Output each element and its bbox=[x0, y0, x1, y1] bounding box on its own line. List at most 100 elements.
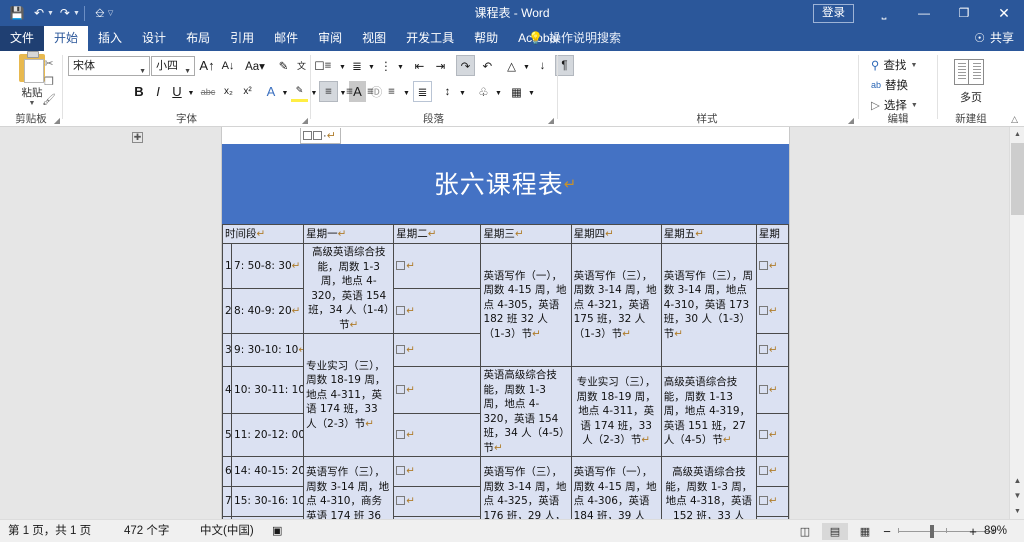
borders-icon[interactable]: ▦ bbox=[507, 81, 526, 102]
tab-home[interactable]: 开始 bbox=[44, 26, 89, 51]
multilevel-dropdown-icon[interactable]: ▼ bbox=[396, 57, 405, 78]
restore-button[interactable]: ❐ bbox=[944, 0, 984, 26]
sort-asian-dropdown-icon[interactable]: ▼ bbox=[522, 57, 531, 78]
scroll-up-icon[interactable]: ▲ bbox=[1010, 127, 1024, 142]
scrollbar-thumb[interactable] bbox=[1011, 143, 1024, 215]
distributed-align-icon[interactable]: ≣ bbox=[413, 81, 432, 102]
scroll-page-up-icon[interactable]: ▲ bbox=[1010, 473, 1024, 488]
line-spacing-icon[interactable]: ↕ bbox=[438, 81, 457, 102]
tab-developer[interactable]: 开发工具 bbox=[396, 26, 464, 51]
text-effects-icon[interactable]: A bbox=[263, 81, 279, 102]
read-mode-button[interactable]: ◫ bbox=[792, 523, 818, 540]
sign-in-button[interactable]: 登录 bbox=[813, 3, 854, 23]
styles-dialog-launcher[interactable]: ◢ bbox=[848, 116, 854, 125]
font-size-combo[interactable]: 小四 ▼ bbox=[151, 56, 195, 76]
superscript-button[interactable]: x² bbox=[239, 81, 256, 102]
cell-sat-7[interactable]: ↵ bbox=[755, 486, 790, 517]
phonetic-guide-icon[interactable]: 文 bbox=[293, 55, 310, 76]
word-count[interactable]: 472 个字 bbox=[124, 520, 169, 542]
chevron-down-icon[interactable]: ▼ bbox=[184, 62, 191, 75]
cell-mon-1[interactable]: 高级英语综合技能，周数 1-3 周，地点 4-320，英语 154 班，34 人… bbox=[303, 243, 395, 334]
cell-tue-5[interactable]: ↵ bbox=[393, 413, 482, 457]
close-button[interactable]: ✕ bbox=[984, 0, 1024, 26]
align-left-icon[interactable]: ≡ bbox=[319, 81, 338, 102]
bullets-dropdown-icon[interactable]: ▼ bbox=[338, 57, 347, 78]
cell-tue-7[interactable]: ↵ bbox=[393, 486, 482, 517]
vertical-scrollbar[interactable]: ▲ ▲ ▼ ▼ bbox=[1009, 127, 1024, 519]
clear-formatting-icon[interactable]: ✎ bbox=[275, 55, 292, 76]
cell-sat-1[interactable]: ↵ bbox=[755, 243, 790, 289]
increase-indent-icon[interactable]: ⇥ bbox=[431, 55, 450, 76]
scroll-down-icon[interactable]: ▼ bbox=[1010, 504, 1024, 519]
cell-fri-1[interactable]: 英语写作（三），周数 3-14 周，地点 4-310，英语 173 班，30 人… bbox=[660, 243, 757, 367]
cell-tue-3[interactable]: ↵ bbox=[393, 333, 482, 367]
find-dropdown-icon[interactable]: ▼ bbox=[910, 62, 917, 69]
minimize-button[interactable]: — bbox=[904, 0, 944, 26]
cell-sat-5[interactable]: ↵ bbox=[755, 413, 790, 457]
cell-thu-4[interactable]: 专业实习（三），周数 18-19 周，地点 4-311，英语 174 班，33 … bbox=[570, 366, 662, 457]
justify-dropdown-icon[interactable]: ▼ bbox=[402, 83, 411, 104]
bold-button[interactable]: B bbox=[131, 81, 147, 102]
tab-insert[interactable]: 插入 bbox=[88, 26, 132, 51]
strikethrough-button[interactable]: abc bbox=[198, 81, 218, 102]
cell-thu-1[interactable]: 英语写作（三），周数 3-14 周，地点 4-321，英语 175 班，32 人… bbox=[570, 243, 662, 367]
cell-thu-6[interactable]: 英语写作（一），周数 4-15 周，地点 4-306，英语 184 班，39 人… bbox=[570, 456, 662, 519]
numbering-dropdown-icon[interactable]: ▼ bbox=[367, 57, 376, 78]
line-spacing-dropdown-icon[interactable]: ▼ bbox=[458, 83, 467, 104]
tab-view[interactable]: 视图 bbox=[352, 26, 396, 51]
tab-mailings[interactable]: 邮件 bbox=[264, 26, 308, 51]
cell-fri-4[interactable]: 高级英语综合技能，周数 1-13 周，地点 4-319，英语 151 班，27 … bbox=[660, 366, 757, 457]
copy-icon[interactable]: ❐ bbox=[40, 73, 58, 90]
cell-fri-6[interactable]: 高级英语综合技能，周数 1-3 周，地点 4-318，英语 152 班，33 人… bbox=[660, 456, 757, 519]
tab-file[interactable]: 文件 bbox=[0, 26, 45, 51]
multi-page-icon[interactable] bbox=[954, 59, 984, 85]
print-layout-button[interactable]: ▤ bbox=[822, 523, 848, 540]
shading-dropdown-icon[interactable]: ▼ bbox=[494, 83, 503, 104]
table-row[interactable]: 6 14: 40-15: 20↵ 英语写作（三），周数 3-14 周，地点 4-… bbox=[221, 456, 790, 519]
multilevel-list-icon[interactable]: ⋮ bbox=[377, 55, 395, 76]
italic-button[interactable]: I bbox=[150, 81, 166, 102]
header-paragraph[interactable]: ·↵ bbox=[300, 128, 341, 144]
change-case-button[interactable]: Aa▾ bbox=[243, 55, 267, 76]
select-dropdown-icon[interactable]: ▼ bbox=[911, 102, 918, 109]
title-banner[interactable]: 张六课程表↵ bbox=[222, 144, 789, 224]
cell-tue-1[interactable]: ↵ bbox=[393, 243, 482, 289]
font-dialog-launcher[interactable]: ◢ bbox=[302, 116, 308, 125]
cell-tue-2[interactable]: ↵ bbox=[393, 288, 482, 334]
shading-icon[interactable]: ♧ bbox=[474, 81, 493, 102]
tab-help[interactable]: 帮助 bbox=[464, 26, 508, 51]
tab-references[interactable]: 引用 bbox=[220, 26, 264, 51]
replace-button[interactable]: ab 替换 bbox=[871, 76, 908, 94]
decrease-indent-icon[interactable]: ⇤ bbox=[410, 55, 429, 76]
cell-tue-4[interactable]: ↵ bbox=[393, 365, 482, 415]
right-to-left-icon[interactable]: ↶ bbox=[478, 55, 497, 76]
page-indicator[interactable]: 第 1 页，共 1 页 bbox=[8, 520, 91, 542]
align-center-icon[interactable]: ≡ bbox=[340, 81, 359, 102]
cell-wed-6[interactable]: 英语写作（三），周数 3-14 周，地点 4-325，英语 176 班，29 人… bbox=[480, 456, 572, 519]
tab-layout[interactable]: 布局 bbox=[176, 26, 220, 51]
language-indicator[interactable]: 中文(中国) bbox=[200, 520, 254, 542]
justify-icon[interactable]: ≡ bbox=[382, 81, 401, 102]
sort-icon[interactable]: ↓ bbox=[533, 55, 552, 76]
schedule-table[interactable]: 时间段↵ 星期一↵ 星期二↵ 星期三↵ 星期四↵ 星期五↵ 星期 1 7: 50… bbox=[221, 224, 790, 519]
clipboard-dialog-launcher[interactable]: ◢ bbox=[54, 116, 60, 125]
share-button[interactable]: ☉ 共享 bbox=[974, 26, 1014, 51]
document-page[interactable]: ✚ ·↵ 张六课程表↵ 时间段↵ 星期一↵ 星期二↵ 星期三↵ 星期四↵ 星期五… bbox=[132, 127, 790, 519]
shrink-font-button[interactable]: A↓ bbox=[219, 55, 237, 76]
scroll-page-down-icon[interactable]: ▼ bbox=[1010, 488, 1024, 503]
ribbon-display-options-icon[interactable]: ⎵ bbox=[864, 0, 904, 26]
collapse-ribbon-icon[interactable]: △ bbox=[1011, 114, 1018, 125]
align-right-icon[interactable]: ≡ bbox=[361, 81, 380, 102]
cell-wed-4[interactable]: 英语高级综合技能，周数 1-3 周，地点 4-320，英语 154 班，34 人… bbox=[480, 366, 572, 457]
grow-font-button[interactable]: A↑ bbox=[198, 55, 216, 76]
underline-dropdown-icon[interactable]: ▼ bbox=[186, 83, 196, 104]
cell-sat-6[interactable]: ↵ bbox=[755, 456, 790, 487]
zoom-out-button[interactable]: − bbox=[880, 520, 894, 542]
multi-page-label[interactable]: 多页 bbox=[938, 89, 1004, 105]
numbering-icon[interactable]: ≣ bbox=[348, 55, 366, 76]
cell-mon-3[interactable]: 专业实习（三），周数 18-19 周，地点 4-311，英语 174 班，33 … bbox=[303, 333, 395, 457]
tab-review[interactable]: 审阅 bbox=[308, 26, 352, 51]
cell-mon-6[interactable]: 英语写作（三），周数 3-14 周，地点 4-310，商务英语 174 班 36… bbox=[303, 456, 395, 519]
highlight-color-icon[interactable]: ✎ bbox=[291, 81, 308, 102]
zoom-slider-thumb[interactable] bbox=[930, 525, 934, 538]
